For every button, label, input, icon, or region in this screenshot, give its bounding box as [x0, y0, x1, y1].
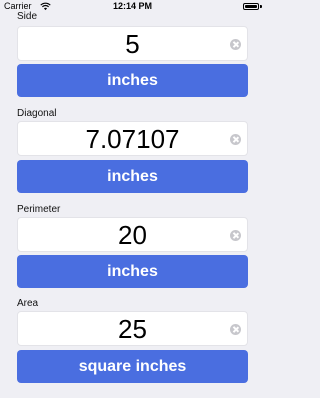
- perimeter-input[interactable]: 20: [17, 217, 248, 252]
- side-input[interactable]: 5: [17, 26, 248, 61]
- clear-icon[interactable]: [230, 230, 241, 241]
- clear-icon[interactable]: [230, 324, 241, 335]
- diagonal-input[interactable]: 7.07107: [17, 121, 248, 156]
- diagonal-label: Diagonal: [17, 108, 57, 119]
- perimeter-unit-button[interactable]: inches: [17, 255, 248, 288]
- area-label: Area: [17, 298, 39, 309]
- clear-icon[interactable]: [230, 39, 241, 50]
- clear-icon[interactable]: [230, 134, 241, 145]
- diagonal-value: 7.07107: [85, 124, 180, 154]
- area-unit-button[interactable]: square inches: [17, 350, 248, 383]
- side-value: 5: [125, 29, 140, 59]
- perimeter-label: Perimeter: [17, 204, 61, 215]
- side-unit-button[interactable]: inches: [17, 64, 248, 97]
- side-label: Side: [17, 11, 38, 22]
- diagonal-unit-button[interactable]: inches: [17, 160, 248, 193]
- battery-nub: [260, 5, 262, 8]
- area-input[interactable]: 25: [17, 311, 248, 346]
- status-time: 12:14 PM: [112, 1, 153, 11]
- perimeter-value: 20: [118, 220, 147, 250]
- status-bar: Carrier 12:14 PM: [0, 0, 265, 14]
- area-value: 25: [118, 314, 147, 344]
- battery-icon: [243, 3, 259, 10]
